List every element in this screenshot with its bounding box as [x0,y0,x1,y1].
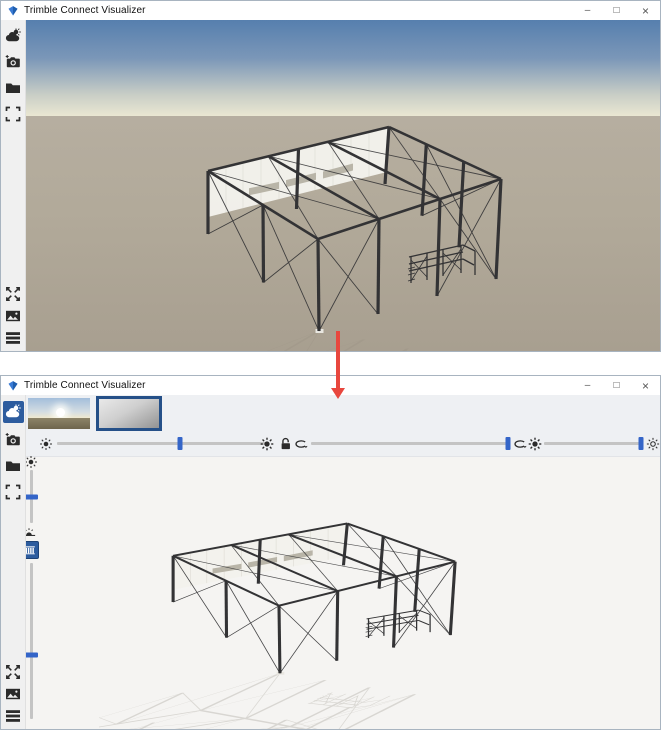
environment-weather-button-active[interactable] [2,401,24,423]
sky-gradient [26,20,660,116]
fullscreen-brackets-icon [5,484,21,499]
snapshot-camera-button[interactable] [3,430,24,449]
tool-sidebar [1,20,26,351]
sun-dim-icon [24,455,38,469]
rotate-icon[interactable] [294,437,308,451]
arrow-head-icon [331,388,345,399]
expand-view-button[interactable] [3,662,24,681]
fit-view-button[interactable] [3,104,24,123]
lock-open-icon[interactable] [279,437,293,451]
main-menu-button[interactable] [3,706,24,725]
sun-brightness-handle[interactable] [177,437,183,450]
light-intensity-slider[interactable] [544,437,644,450]
expand-arrows-icon [6,286,20,301]
arrow-stem [336,331,340,389]
fullscreen-brackets-icon [5,106,21,121]
folder-icon [6,83,20,93]
image-gallery-button[interactable] [3,684,24,703]
steel-frame-model[interactable] [131,125,531,351]
sun-bright-icon [260,437,274,451]
visualizer-window-after: Trimble Connect Visualizer – □ × [0,375,661,730]
3d-viewport-white[interactable] [26,395,660,729]
menu-icon [6,331,20,344]
trimble-connect-logo-icon [8,5,18,15]
3d-viewport-sky[interactable] [26,20,660,351]
window-title: Trimble Connect Visualizer [24,380,146,391]
exposure-slider[interactable] [25,563,38,719]
expand-arrows-icon [6,664,20,679]
maximize-button[interactable]: □ [602,376,631,395]
tool-sidebar [1,395,26,729]
sun-brightness-slider[interactable] [57,437,266,450]
sun-dim-icon [39,437,53,451]
close-button[interactable]: × [631,376,660,395]
gray-environment-thumbnail-selected[interactable] [96,396,162,431]
menu-icon [6,709,20,722]
sky-environment-thumbnail[interactable] [28,398,90,429]
sun-elevation-handle[interactable] [25,494,38,499]
sun-rotation-handle[interactable] [505,437,511,450]
rotate-icon[interactable] [513,437,527,451]
open-model-button[interactable] [3,78,24,97]
fit-view-button[interactable] [3,482,24,501]
minimize-button[interactable]: – [573,1,602,20]
visualizer-window-before: Trimble Connect Visualizer – □ × [0,0,661,352]
window-title: Trimble Connect Visualizer [24,5,146,16]
open-model-button[interactable] [3,456,24,475]
sun-rotation-slider[interactable] [311,437,511,450]
sun-outline-icon [646,437,660,451]
minimize-button[interactable]: – [573,376,602,395]
main-menu-button[interactable] [3,328,24,347]
maximize-button[interactable]: □ [602,1,631,20]
thumbnail-sun [56,408,65,417]
light-intensity-handle[interactable] [638,437,644,450]
thumbnail-ground [28,418,90,429]
image-gallery-button[interactable] [3,306,24,325]
titlebar[interactable]: Trimble Connect Visualizer – □ × [1,1,660,20]
sun-elevation-slider[interactable] [25,470,38,523]
folder-icon [6,461,20,471]
exposure-handle[interactable] [25,652,38,658]
trimble-connect-logo-icon [8,380,18,390]
environment-toolbar [26,395,660,457]
environment-weather-button[interactable] [3,26,24,45]
close-button[interactable]: × [631,1,660,20]
steel-frame-model[interactable] [99,522,484,729]
sun-bright-icon [528,437,542,451]
expand-view-button[interactable] [3,284,24,303]
snapshot-camera-button[interactable] [3,52,24,71]
